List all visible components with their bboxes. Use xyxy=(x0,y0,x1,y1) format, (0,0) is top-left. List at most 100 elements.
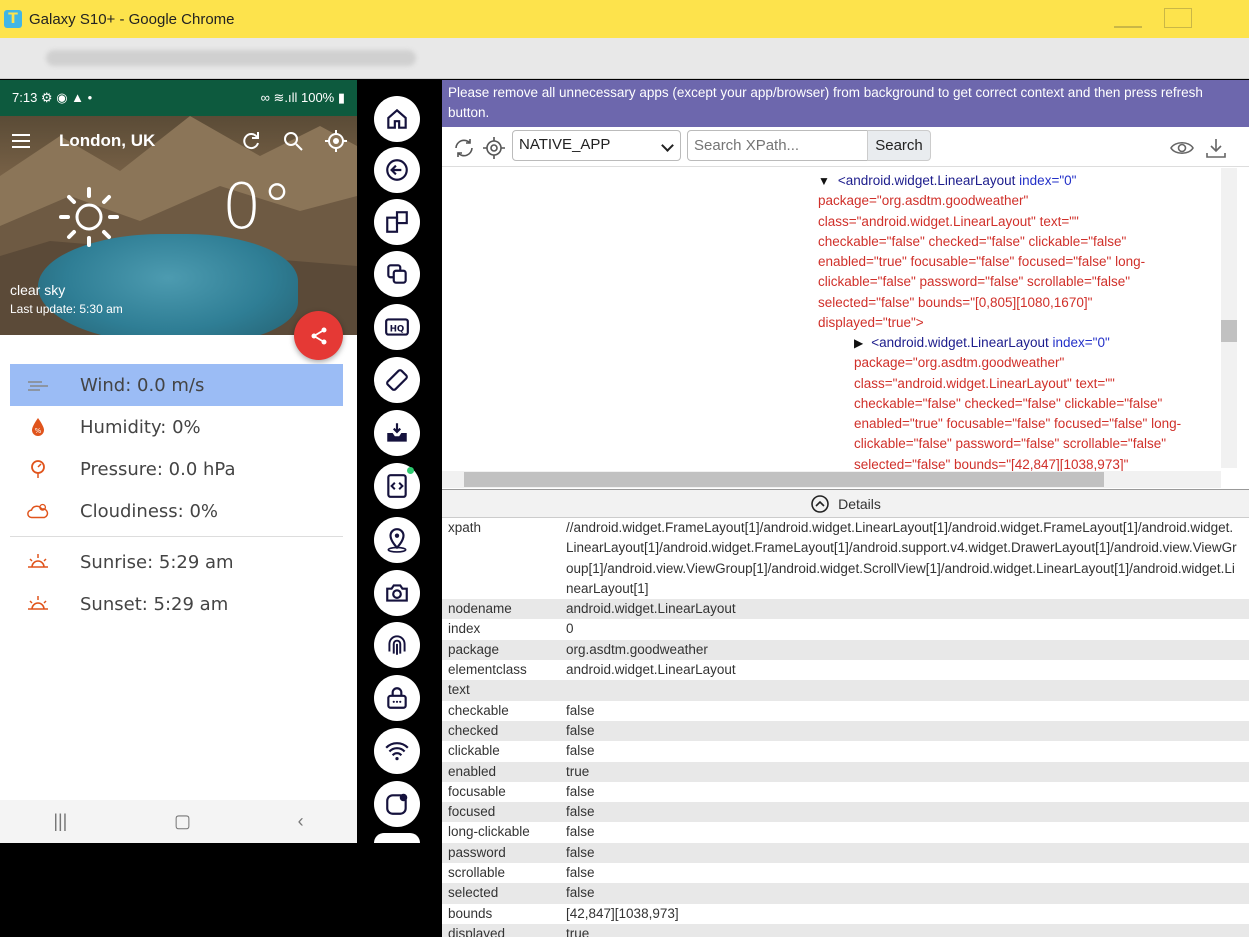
blurred-url xyxy=(46,50,416,66)
lock-button[interactable] xyxy=(374,675,420,721)
tree-node-2-line-4: enabled="true" focusable="false" focused… xyxy=(854,416,1182,432)
menu-icon[interactable] xyxy=(12,134,30,148)
details-header[interactable]: Details xyxy=(442,489,1249,518)
sunset-row[interactable]: Sunset: 5:29 am xyxy=(10,583,343,625)
details-key: displayed xyxy=(448,925,506,937)
home-nav-button[interactable]: ▢ xyxy=(174,811,191,832)
xml-tree: ▼ <android.widget.LinearLayout index="0" … xyxy=(442,168,1237,473)
details-row-scrollable: scrollable false xyxy=(442,863,1249,883)
back-button[interactable] xyxy=(374,147,420,193)
wind-row[interactable]: Wind: 0.0 m/s xyxy=(10,364,343,406)
status-time: 7:13 xyxy=(12,90,38,105)
search-button[interactable]: Search xyxy=(867,130,931,161)
hq-icon: HQ xyxy=(385,318,409,336)
rotate-icon xyxy=(386,369,408,391)
pressure-row[interactable]: Pressure: 0.0 hPa xyxy=(10,448,343,490)
tree-node-2-line-3: checkable="false" checked="false" clicka… xyxy=(854,395,1163,411)
camera-icon xyxy=(386,584,408,602)
details-row-clickable: clickable false xyxy=(442,741,1249,761)
window-titlebar: T Galaxy S10+ - Google Chrome xyxy=(0,0,1249,38)
camera-button[interactable] xyxy=(374,570,420,616)
fingerprint-button[interactable] xyxy=(374,622,420,668)
locate-element-icon[interactable] xyxy=(482,136,506,160)
tree-vertical-scroll-thumb[interactable] xyxy=(1221,320,1237,342)
details-key: nodename xyxy=(448,601,512,617)
notice-banner: Please remove all unnecessary apps (exce… xyxy=(442,80,1249,127)
details-row-focused: focused false xyxy=(442,802,1249,823)
gps-icon[interactable] xyxy=(324,129,348,153)
wind-label: Wind: 0.0 m/s xyxy=(80,374,205,396)
wifi-button[interactable] xyxy=(374,728,420,774)
tree-horizontal-scroll-thumb[interactable] xyxy=(464,472,1104,487)
details-value xyxy=(566,680,1249,700)
details-row-password: password false xyxy=(442,842,1249,864)
collapsed-triangle-icon[interactable]: ▶ xyxy=(854,336,863,350)
recents-button[interactable]: ||| xyxy=(53,811,67,832)
inspect-code-icon xyxy=(387,474,407,498)
humidity-label: Humidity: 0% xyxy=(80,416,201,438)
details-row-enabled: enabled true xyxy=(442,761,1249,782)
location-button[interactable] xyxy=(374,517,420,563)
maximize-button[interactable] xyxy=(1164,8,1192,28)
details-row-nodename: nodename android.widget.LinearLayout xyxy=(442,599,1249,620)
details-key: scrollable xyxy=(448,865,506,881)
back-nav-button[interactable]: ‹ xyxy=(298,811,304,832)
cloudiness-row[interactable]: Cloudiness: 0% xyxy=(10,490,343,532)
wind-icon xyxy=(26,373,50,397)
details-key: clickable xyxy=(448,743,500,759)
close-button[interactable] xyxy=(1212,8,1240,28)
details-key: text xyxy=(448,682,470,698)
collapse-up-icon xyxy=(811,494,829,513)
inspect-code-button[interactable] xyxy=(374,463,420,509)
tree-node-1-header: ▼ <android.widget.LinearLayout index="0" xyxy=(818,171,1218,191)
refresh-icon[interactable] xyxy=(239,129,263,153)
sunrise-icon xyxy=(26,550,50,574)
back-icon xyxy=(386,159,408,181)
xpath-search-input[interactable] xyxy=(687,130,868,161)
notification-button[interactable] xyxy=(374,781,420,827)
app-switch-button[interactable] xyxy=(374,199,420,245)
rotate-button[interactable] xyxy=(374,357,420,403)
cloudiness-icon xyxy=(26,499,50,523)
details-value: true xyxy=(566,763,590,779)
status-left: 7:13 ⚙ ◉ ▲ • xyxy=(12,90,93,105)
humidity-row[interactable]: % Humidity: 0% xyxy=(10,406,343,448)
city-name: London, UK xyxy=(59,131,156,150)
device-toolbar: HQ xyxy=(357,80,442,937)
details-value: 0 xyxy=(566,621,574,637)
more-button-partial[interactable] xyxy=(374,833,420,843)
details-value: false xyxy=(566,824,595,840)
humidity-icon: % xyxy=(26,415,50,439)
lock-icon xyxy=(387,687,407,709)
details-value: android.widget.LinearLayout xyxy=(566,601,736,617)
hq-button[interactable]: HQ xyxy=(374,304,420,350)
details-key: password xyxy=(448,844,506,860)
context-select[interactable]: NATIVE_APP xyxy=(512,130,681,161)
tree-node-1[interactable]: ▼ <android.widget.LinearLayout index="0" … xyxy=(818,171,1218,333)
tree-node-2[interactable]: ▶ <android.widget.LinearLayout index="0" … xyxy=(854,333,1220,473)
details-value: org.asdtm.goodweather xyxy=(566,641,708,657)
expanded-triangle-icon[interactable]: ▼ xyxy=(818,174,830,188)
search-icon[interactable] xyxy=(281,129,305,153)
temperature: 0° xyxy=(222,170,293,243)
inbox-button[interactable] xyxy=(374,410,420,456)
details-value: //android.widget.FrameLayout[1]/android.… xyxy=(566,520,1237,596)
download-icon[interactable] xyxy=(1204,136,1228,160)
sunrise-row[interactable]: Sunrise: 5:29 am xyxy=(10,541,343,583)
app-logo-icon: T xyxy=(4,10,22,28)
home-button[interactable] xyxy=(374,96,420,142)
details-key: enabled xyxy=(448,763,497,779)
tree-vertical-scrollbar[interactable] xyxy=(1221,168,1237,468)
minimize-button[interactable] xyxy=(1114,8,1142,28)
details-table: xpath //android.widget.FrameLayout[1]/and… xyxy=(442,518,1249,937)
sunset-icon xyxy=(26,592,50,616)
refresh-context-icon[interactable] xyxy=(452,136,476,160)
details-key: index xyxy=(448,621,481,637)
share-button[interactable] xyxy=(294,311,343,360)
inspector-toolbar: NATIVE_APP Search xyxy=(442,127,1249,167)
tree-node-2-line-0: index="0" xyxy=(1052,335,1110,350)
copy-button[interactable] xyxy=(374,251,420,297)
eye-icon[interactable] xyxy=(1170,136,1194,160)
location-icon xyxy=(387,528,407,553)
tree-node-1-tag: <android.widget.LinearLayout xyxy=(837,173,1016,188)
